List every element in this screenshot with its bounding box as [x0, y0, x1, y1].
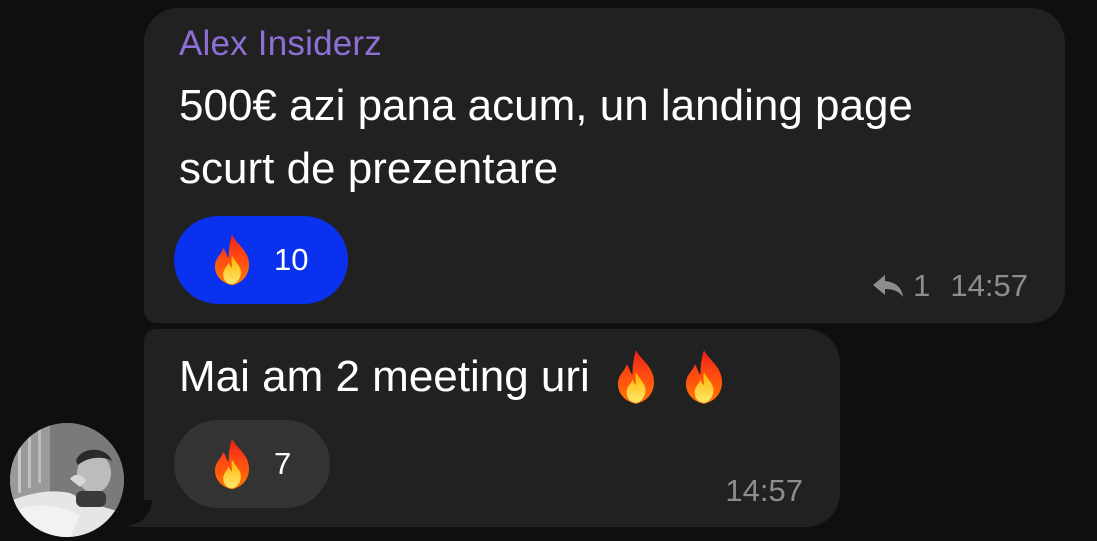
- fire-reaction-button[interactable]: 7: [174, 420, 330, 508]
- sender-name[interactable]: Alex Insiderz: [179, 24, 382, 64]
- chat-canvas: Alex Insiderz 500€ azi pana acum, un lan…: [0, 0, 1097, 541]
- message-text: Mai am 2 meeting uri: [179, 345, 728, 408]
- message-text-content: Mai am 2 meeting uri: [179, 352, 590, 401]
- message-meta: 1 14:57: [871, 268, 1028, 304]
- reaction-count: 7: [274, 446, 292, 481]
- reply-icon[interactable]: [871, 273, 905, 299]
- avatar[interactable]: [10, 423, 124, 537]
- message-text-line: 500€ azi pana acum, un landing page: [179, 81, 913, 130]
- fire-emoji-icon: [210, 437, 254, 491]
- fire-emoji-icon: [680, 349, 728, 405]
- message-time: 14:57: [950, 268, 1028, 303]
- message-time: 14:57: [725, 473, 803, 508]
- bubble-tail: [128, 500, 152, 527]
- message-text-line: scurt de prezentare: [179, 144, 559, 193]
- fire-emoji-icon: [612, 349, 660, 405]
- reaction-count: 10: [274, 242, 309, 277]
- fire-emoji-icon: [210, 233, 254, 287]
- avatar-photo-icon: [10, 423, 124, 537]
- reply-count[interactable]: 1: [913, 268, 930, 304]
- message-meta: 14:57: [725, 473, 803, 509]
- message-bubble[interactable]: Mai am 2 meeting uri 7 14:57: [144, 329, 840, 527]
- fire-reaction-button[interactable]: 10: [174, 216, 348, 304]
- message-text: 500€ azi pana acum, un landing page scur…: [179, 74, 913, 200]
- message-bubble[interactable]: Alex Insiderz 500€ azi pana acum, un lan…: [144, 8, 1065, 323]
